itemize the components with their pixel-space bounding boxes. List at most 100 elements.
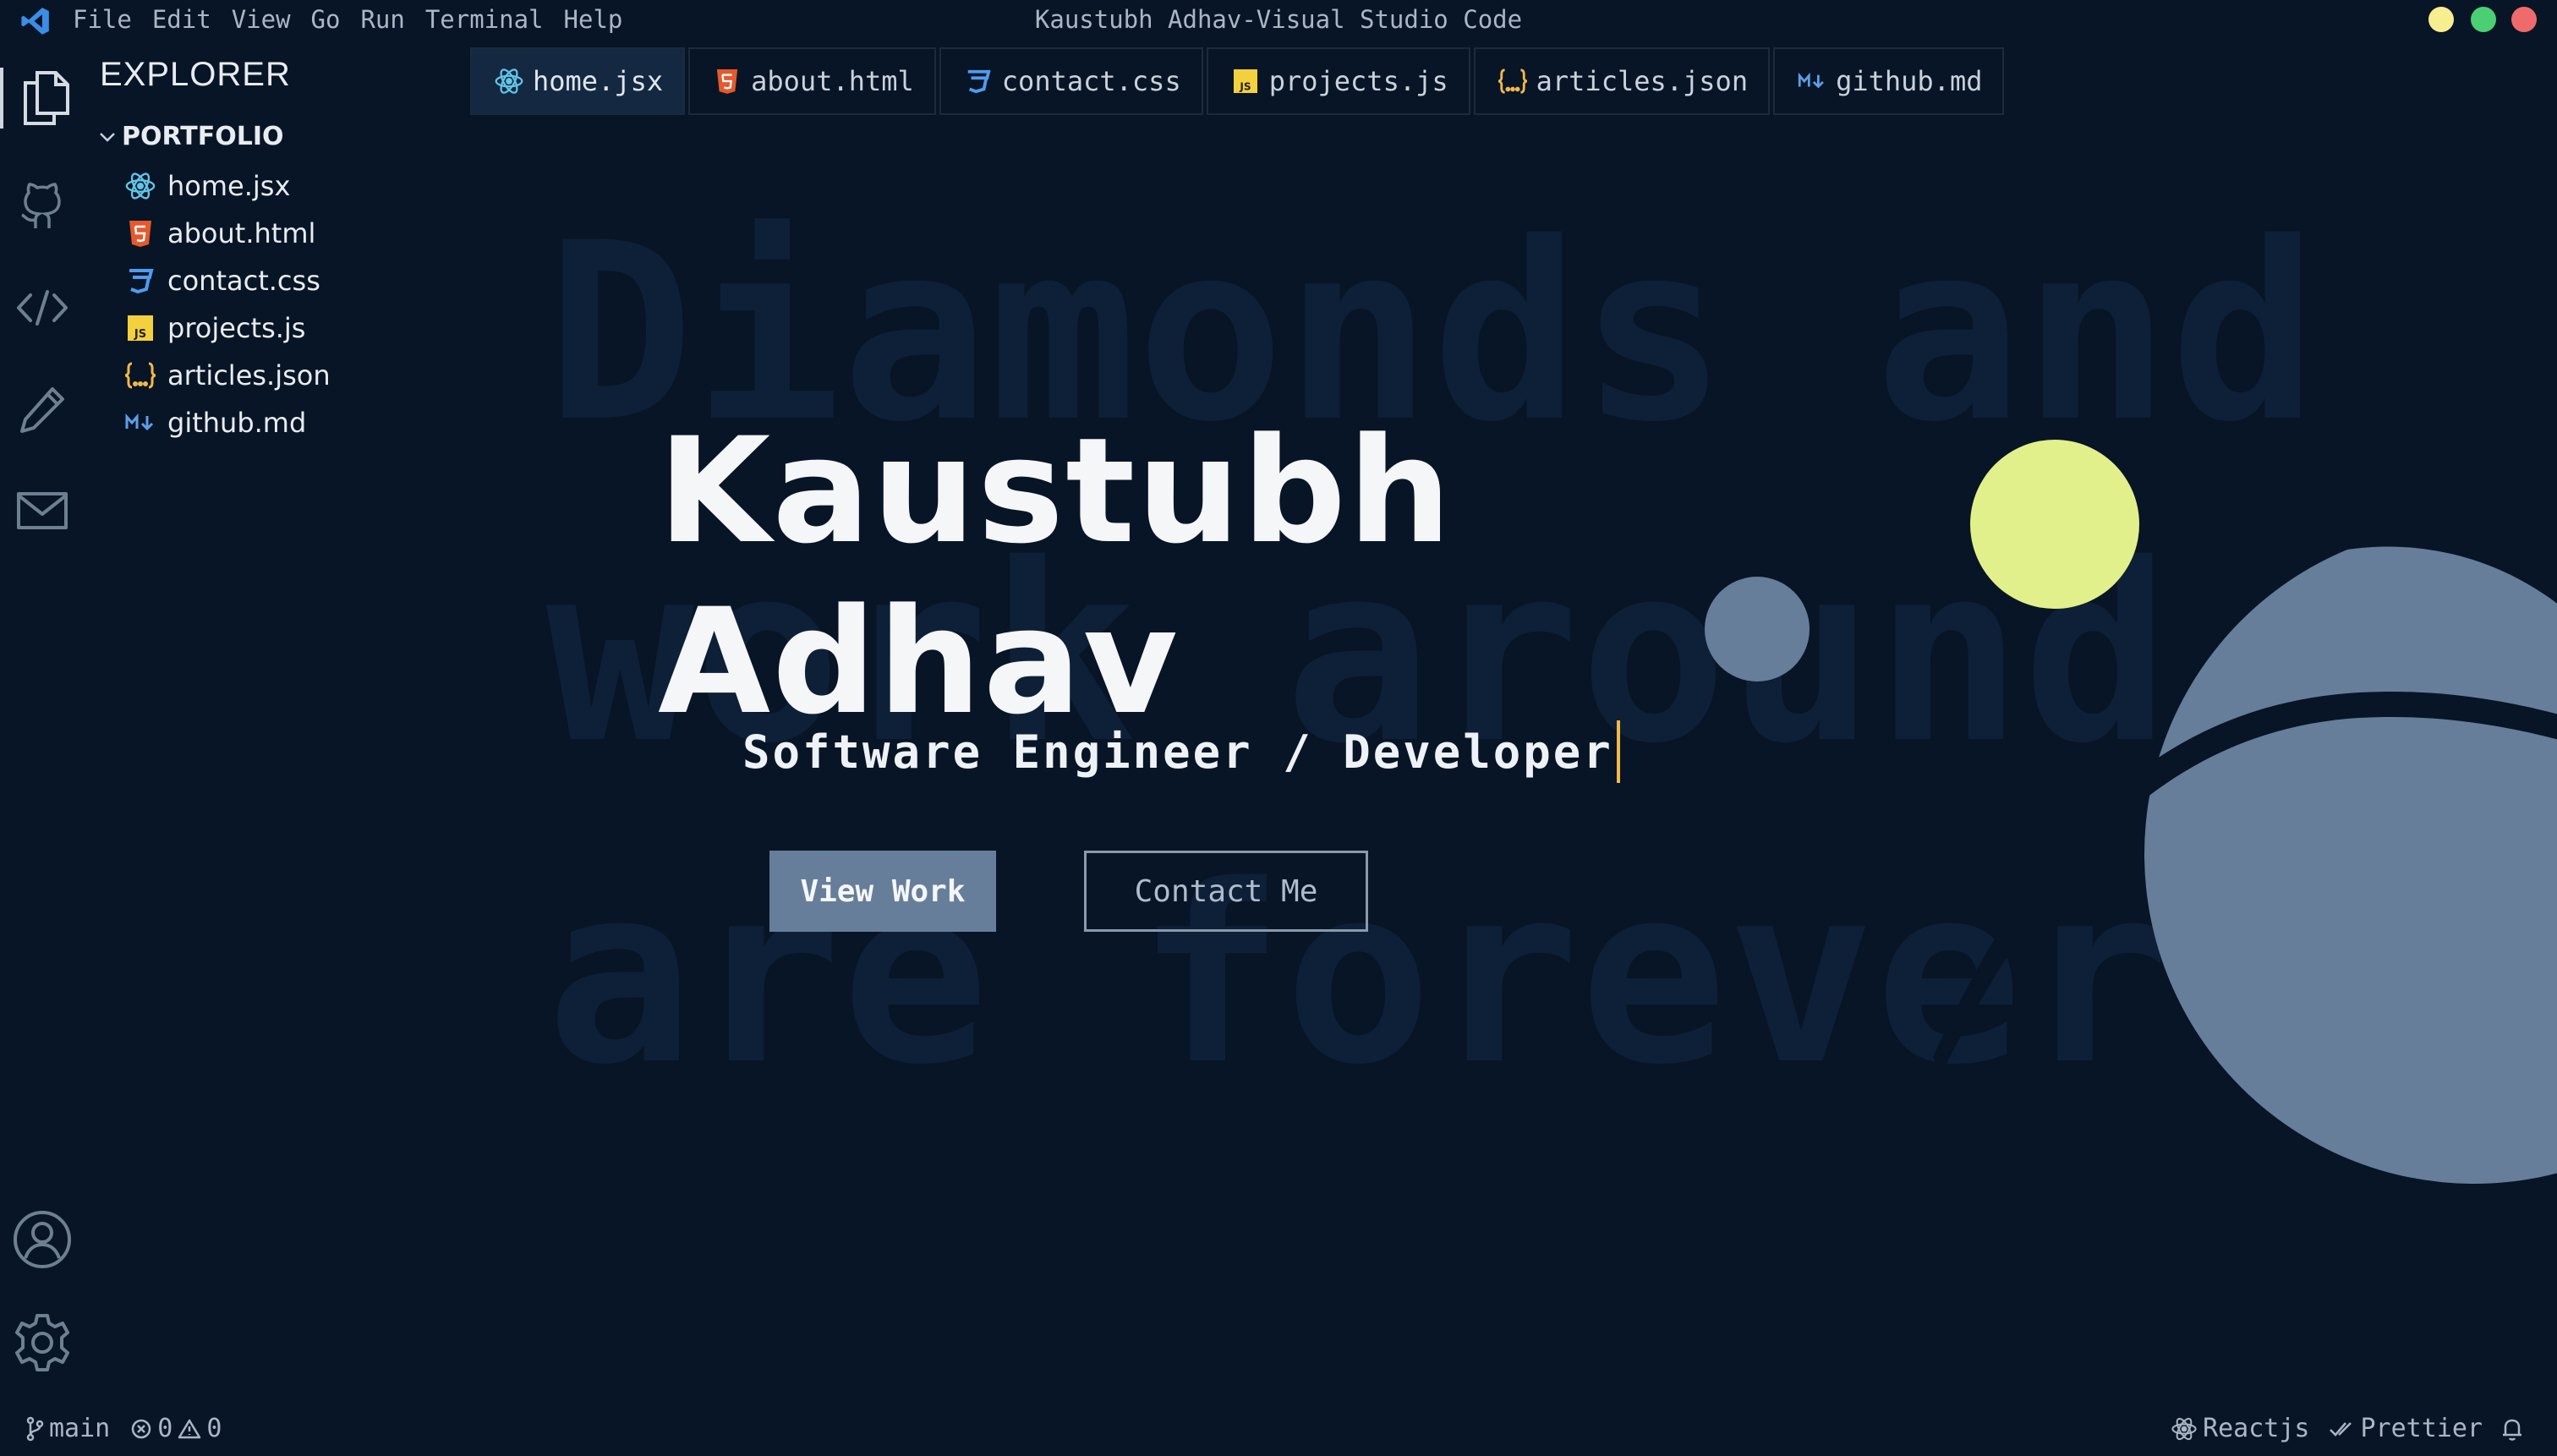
settings-gear-icon bbox=[15, 1314, 69, 1371]
pencil-icon bbox=[20, 387, 64, 433]
file-label: home.jsx bbox=[167, 170, 291, 202]
file-item-home-jsx[interactable]: home.jsx bbox=[122, 162, 331, 210]
menu-go[interactable]: Go bbox=[311, 5, 341, 34]
code-button[interactable] bbox=[12, 277, 73, 338]
file-item-contact-css[interactable]: contact.css bbox=[122, 257, 331, 304]
minimize-button[interactable] bbox=[2428, 7, 2454, 32]
mail-icon bbox=[17, 492, 68, 529]
account-icon bbox=[14, 1211, 71, 1268]
prettier-status[interactable]: Prettier bbox=[2329, 1414, 2483, 1443]
file-item-articles-json[interactable]: articles.json bbox=[122, 352, 331, 399]
tab-home-jsx[interactable]: home.jsx bbox=[470, 47, 686, 115]
hero-role-text: Software Engineer / Developer bbox=[742, 725, 1613, 779]
title-bar: File Edit View Go Run Terminal Help Kaus… bbox=[0, 0, 2557, 41]
file-label: articles.json bbox=[167, 359, 331, 391]
menu-run[interactable]: Run bbox=[360, 5, 404, 34]
explorer-title: EXPLORER bbox=[100, 56, 291, 93]
bell-icon bbox=[2503, 1419, 2521, 1441]
mail-button[interactable] bbox=[12, 480, 73, 541]
menu-terminal[interactable]: Terminal bbox=[425, 5, 544, 34]
settings-button[interactable] bbox=[12, 1312, 73, 1373]
html5-icon bbox=[710, 64, 744, 98]
branch-name: main bbox=[49, 1414, 111, 1443]
github-button[interactable] bbox=[12, 176, 73, 237]
folder-portfolio[interactable]: PORTFOLIO bbox=[98, 122, 283, 151]
git-branch-icon bbox=[26, 1416, 44, 1441]
tab-about-html[interactable]: about.html bbox=[688, 47, 936, 115]
small-slate-circle bbox=[1705, 577, 1810, 681]
javascript-icon: JS bbox=[1229, 64, 1262, 98]
files-icon bbox=[24, 71, 69, 125]
menu-help[interactable]: Help bbox=[564, 5, 623, 34]
error-icon bbox=[132, 1419, 151, 1438]
chevron-down-icon bbox=[100, 132, 115, 142]
explorer-button[interactable] bbox=[0, 68, 88, 129]
svg-text:JS: JS bbox=[1239, 80, 1251, 92]
view-work-button[interactable]: View Work bbox=[769, 851, 996, 932]
file-item-github-md[interactable]: github.md bbox=[122, 399, 331, 446]
markdown-icon bbox=[122, 406, 159, 440]
tab-github-md[interactable]: github.md bbox=[1773, 47, 2005, 115]
error-count: 0 bbox=[157, 1414, 173, 1443]
tab-articles-json[interactable]: articles.json bbox=[1473, 47, 1771, 115]
problems-indicator[interactable]: 0 0 bbox=[130, 1414, 222, 1443]
tab-projects-js[interactable]: JS projects.js bbox=[1206, 47, 1470, 115]
status-bar: main 0 0 Reactjs Prettier bbox=[0, 1402, 2557, 1456]
file-label: contact.css bbox=[167, 265, 320, 297]
tab-contact-css[interactable]: contact.css bbox=[939, 47, 1203, 115]
javascript-icon: JS bbox=[122, 311, 159, 345]
menu-file[interactable]: File bbox=[73, 5, 132, 34]
tab-label: home.jsx bbox=[533, 65, 664, 97]
yellow-circle bbox=[1970, 440, 2139, 609]
prettier-label: Prettier bbox=[2360, 1414, 2483, 1443]
markdown-icon bbox=[1795, 64, 1829, 98]
hero-name: Kaustubh Adhav bbox=[658, 406, 1453, 747]
json-icon bbox=[1496, 64, 1530, 98]
file-label: about.html bbox=[167, 217, 316, 249]
edit-button[interactable] bbox=[12, 379, 73, 440]
file-list: home.jsx about.html contact.css JS proje… bbox=[122, 162, 331, 446]
html5-icon bbox=[122, 216, 159, 250]
css3-icon bbox=[122, 264, 159, 298]
activity-bar bbox=[0, 41, 88, 1402]
folder-label: PORTFOLIO bbox=[122, 122, 284, 151]
tab-label: articles.json bbox=[1536, 65, 1749, 97]
explorer-sidebar: EXPLORER PORTFOLIO home.jsx about.html c… bbox=[88, 41, 470, 1402]
react-icon bbox=[492, 64, 526, 98]
vscode-logo-icon bbox=[21, 8, 49, 35]
hero-role: Software Engineer / Developer bbox=[742, 720, 1620, 783]
file-label: projects.js bbox=[167, 312, 306, 344]
double-check-icon bbox=[2329, 1421, 2352, 1437]
menu-edit[interactable]: Edit bbox=[152, 5, 211, 34]
menu-bar: File Edit View Go Run Terminal Help bbox=[73, 5, 643, 34]
contact-me-button[interactable]: Contact Me bbox=[1084, 851, 1368, 932]
reactjs-label: Reactjs bbox=[2203, 1414, 2310, 1443]
file-label: github.md bbox=[167, 407, 307, 439]
css3-icon bbox=[961, 64, 995, 98]
large-slate-half-circle bbox=[2144, 546, 2557, 1184]
close-button[interactable] bbox=[2511, 7, 2537, 32]
file-item-projects-js[interactable]: JS projects.js bbox=[122, 304, 331, 352]
warning-icon bbox=[178, 1419, 201, 1438]
react-icon bbox=[122, 169, 159, 203]
svg-text:JS: JS bbox=[134, 328, 146, 341]
editor-area: Diamonds and work around are forever Kau… bbox=[470, 118, 2557, 1402]
text-cursor bbox=[1616, 720, 1620, 783]
react-icon bbox=[2171, 1417, 2197, 1440]
account-button[interactable] bbox=[12, 1209, 73, 1270]
maximize-button[interactable] bbox=[2471, 7, 2496, 32]
reactjs-status[interactable]: Reactjs bbox=[2171, 1414, 2310, 1443]
branch-indicator[interactable]: main bbox=[25, 1414, 110, 1443]
decorative-shapes bbox=[1705, 440, 2557, 1184]
tab-label: projects.js bbox=[1268, 65, 1448, 97]
tab-label: github.md bbox=[1836, 65, 1983, 97]
notifications-button[interactable] bbox=[2501, 1416, 2523, 1442]
editor-tabs: home.jsx about.html contact.css JS proje… bbox=[470, 47, 2007, 115]
warning-count: 0 bbox=[206, 1414, 222, 1443]
menu-view[interactable]: View bbox=[232, 5, 291, 34]
tab-label: contact.css bbox=[1001, 65, 1181, 97]
json-icon bbox=[122, 359, 159, 392]
hero-name-line-1: Kaustubh bbox=[658, 406, 1454, 576]
file-item-about-html[interactable]: about.html bbox=[122, 210, 331, 257]
code-icon bbox=[17, 290, 68, 326]
